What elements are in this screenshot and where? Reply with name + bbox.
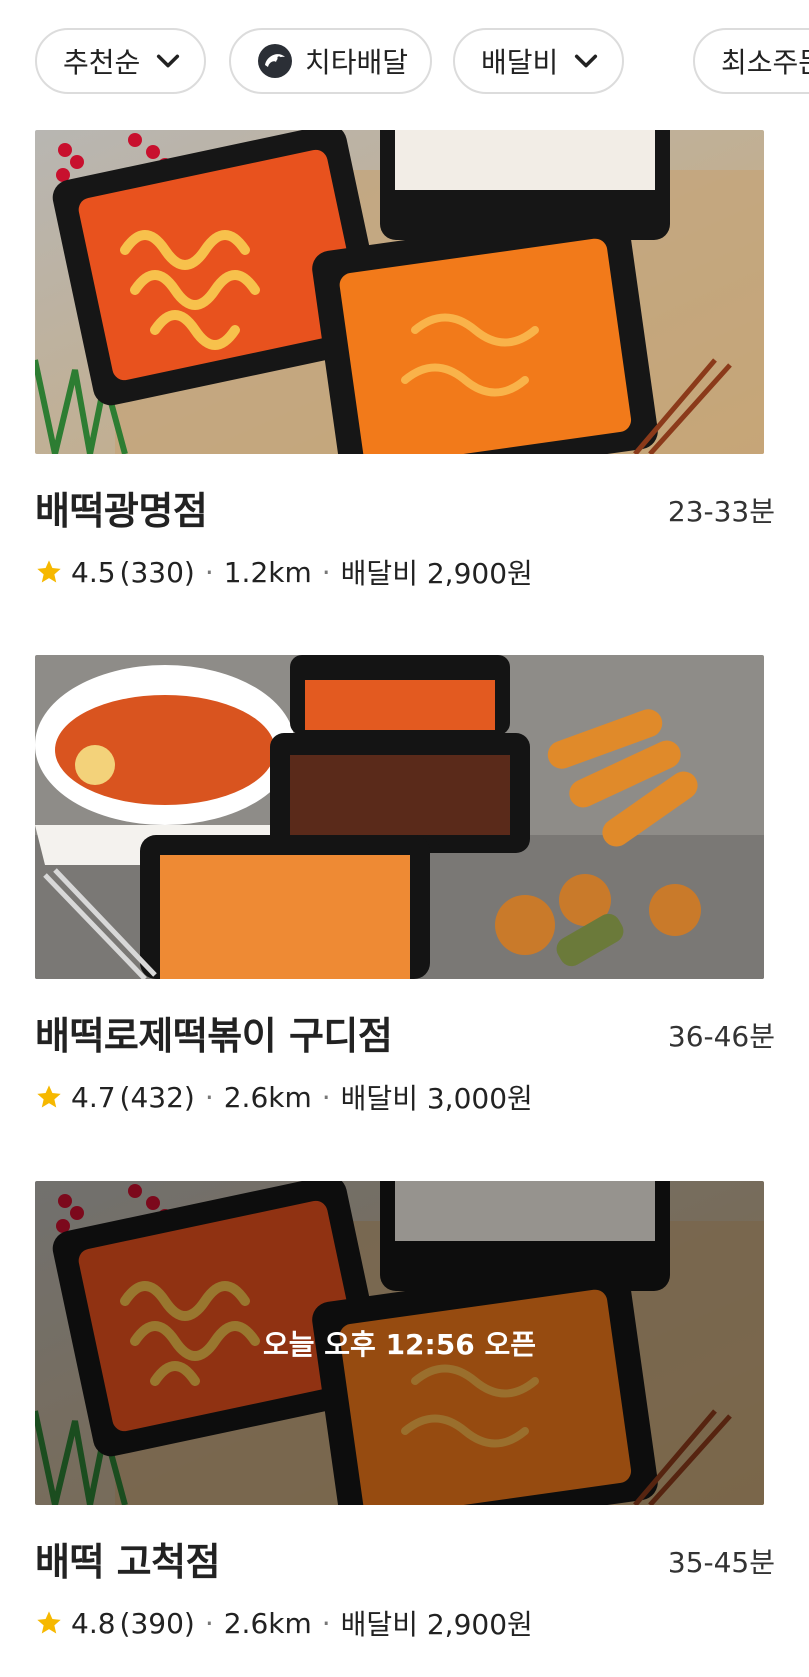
- delivery-time: 35-45분: [667, 1546, 775, 1579]
- delivery-fee: 배달비 3,000원: [340, 1082, 533, 1115]
- store-card[interactable]: 오늘 오후 12:56 오픈 배떡 고척점 35-45분 4.8 (390) ·…: [35, 1181, 775, 1661]
- filter-bar: 추천순 치타배달 배달비 최소주문: [35, 28, 809, 98]
- store-photo[interactable]: [35, 655, 764, 979]
- delivery-time: 23-33분: [667, 495, 775, 528]
- store-name[interactable]: 배떡로제떡볶이 구디점: [35, 1005, 393, 1060]
- review-count: (390): [119, 1606, 195, 1640]
- min-order-chip[interactable]: 최소주문: [693, 28, 809, 94]
- cheetah-icon: [258, 44, 292, 78]
- store-meta: 4.7 (432) · 2.6km · 배달비 3,000원: [35, 1077, 533, 1117]
- star-icon: [37, 560, 61, 583]
- store-photo[interactable]: 오늘 오후 12:56 오픈: [35, 1181, 764, 1505]
- chevron-down-icon: [575, 54, 598, 68]
- chip-label: 치타배달: [305, 46, 409, 79]
- delivery-fee: 배달비 2,900원: [340, 1608, 533, 1641]
- star-icon: [37, 1611, 61, 1634]
- separator: ·: [321, 1080, 331, 1114]
- review-count: (432): [119, 1080, 195, 1114]
- distance: 2.6km: [223, 1606, 312, 1640]
- separator: ·: [204, 555, 214, 589]
- store-card[interactable]: 배떡광명점 23-33분 4.5 (330) · 1.2km · 배달비 2,9…: [35, 130, 775, 600]
- store-photo[interactable]: [35, 130, 764, 454]
- distance: 1.2km: [223, 555, 312, 589]
- delivery-fee: 배달비 2,900원: [340, 557, 533, 590]
- chip-label: 배달비: [481, 46, 559, 79]
- separator: ·: [321, 1606, 331, 1640]
- review-count: (330): [119, 555, 195, 589]
- sort-recommended-chip[interactable]: 추천순: [35, 28, 207, 94]
- opening-time-overlay: 오늘 오후 12:56 오픈: [35, 1181, 764, 1505]
- distance: 2.6km: [223, 1080, 312, 1114]
- star-icon: [37, 1085, 61, 1108]
- rating: 4.8: [71, 1606, 116, 1640]
- chevron-down-icon: [157, 54, 180, 68]
- store-card[interactable]: 배떡로제떡볶이 구디점 36-46분 4.7 (432) · 2.6km · 배…: [35, 655, 775, 1125]
- store-name[interactable]: 배떡 고척점: [35, 1531, 221, 1586]
- cheetah-delivery-chip[interactable]: 치타배달: [229, 28, 433, 94]
- delivery-fee-chip[interactable]: 배달비: [453, 28, 625, 94]
- separator: ·: [321, 555, 331, 589]
- chip-label: 최소주문: [721, 46, 809, 79]
- store-meta: 4.5 (330) · 1.2km · 배달비 2,900원: [35, 552, 533, 592]
- store-name[interactable]: 배떡광명점: [35, 480, 208, 535]
- store-meta: 4.8 (390) · 2.6km · 배달비 2,900원: [35, 1603, 533, 1643]
- delivery-time: 36-46분: [667, 1020, 775, 1053]
- chip-label: 추천순: [63, 46, 141, 79]
- separator: ·: [204, 1080, 214, 1114]
- rating: 4.7: [71, 1080, 116, 1114]
- rating: 4.5: [71, 555, 116, 589]
- separator: ·: [204, 1606, 214, 1640]
